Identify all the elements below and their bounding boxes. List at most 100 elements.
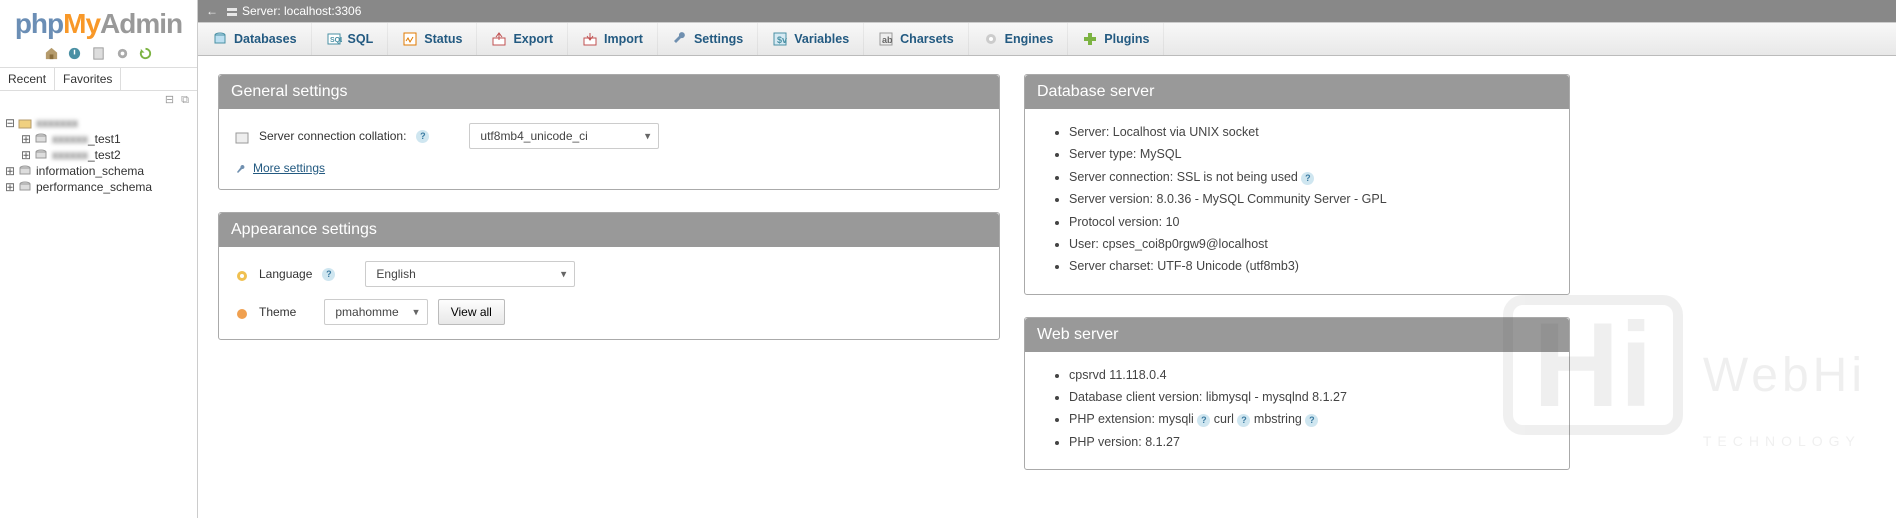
- expand-plus-icon[interactable]: ⊞: [20, 132, 32, 146]
- back-arrow-icon[interactable]: ←: [206, 4, 218, 18]
- row-theme: Theme pmahomme View all: [235, 299, 983, 325]
- help-icon[interactable]: ?: [1301, 172, 1314, 185]
- help-icon[interactable]: ?: [322, 268, 335, 281]
- gear-icon[interactable]: [114, 45, 130, 61]
- svg-text:ab: ab: [882, 35, 893, 45]
- list-item: Server charset: UTF-8 Unicode (utf8mb3): [1069, 257, 1553, 276]
- tree-db-0[interactable]: ⊞ xxxxxx_test1: [20, 131, 193, 147]
- panel-title: Database server: [1025, 75, 1569, 109]
- database-icon: [34, 132, 48, 146]
- list-item: Server: Localhost via UNIX socket: [1069, 123, 1553, 142]
- view-all-button[interactable]: View all: [438, 299, 505, 325]
- tree-db-label: performance_schema: [36, 180, 152, 194]
- list-item: Protocol version: 10: [1069, 213, 1553, 232]
- charsets-icon: ab: [878, 31, 894, 47]
- docs-icon[interactable]: [91, 45, 107, 61]
- home-icon[interactable]: [43, 45, 59, 61]
- database-icon: [18, 180, 32, 194]
- logout-icon[interactable]: [67, 45, 83, 61]
- collation-select[interactable]: utf8mb4_unicode_ci: [469, 123, 659, 149]
- expand-plus-icon[interactable]: ⊞: [4, 164, 16, 178]
- logo[interactable]: phpMyAdmin: [0, 0, 197, 42]
- help-icon[interactable]: ?: [1197, 414, 1210, 427]
- list-item: Server connection: SSL is not being used…: [1069, 168, 1553, 187]
- svg-text:$v: $v: [777, 35, 787, 45]
- menu-export[interactable]: Export: [477, 23, 568, 55]
- menu-databases[interactable]: Databases: [198, 23, 312, 55]
- row-language: Language ? English: [235, 261, 983, 287]
- expand-minus-icon[interactable]: ⊟: [4, 116, 16, 130]
- tree-root[interactable]: ⊟ xxxxxxx: [4, 115, 193, 131]
- menu-variables[interactable]: $vVariables: [758, 23, 864, 55]
- panel-title: General settings: [219, 75, 999, 109]
- plugins-icon: [1082, 31, 1098, 47]
- breadcrumb: ← Server: localhost:3306: [198, 0, 1896, 22]
- theme-select[interactable]: pmahomme: [324, 299, 427, 325]
- web-server-list: cpsrvd 11.118.0.4 Database client versio…: [1041, 366, 1553, 453]
- menu-charsets[interactable]: abCharsets: [864, 23, 969, 55]
- more-settings-link[interactable]: More settings: [235, 161, 325, 175]
- panel-web-server: Web server cpsrvd 11.118.0.4 Database cl…: [1024, 317, 1570, 471]
- theme-label: Theme: [259, 305, 296, 319]
- panel-general-settings: General settings Server connection colla…: [218, 74, 1000, 190]
- tree-root-label: xxxxxxx: [36, 116, 78, 130]
- tree-db-label: information_schema: [36, 164, 144, 178]
- expand-plus-icon[interactable]: ⊞: [20, 148, 32, 162]
- tab-favorites[interactable]: Favorites: [55, 68, 121, 90]
- svg-text:SQL: SQL: [330, 37, 342, 44]
- language-select[interactable]: English: [365, 261, 575, 287]
- status-icon: [402, 31, 418, 47]
- sidebar: phpMyAdmin Recent Favorites ⊟ ⧉ ⊟ xxxxxx…: [0, 0, 198, 518]
- language-icon: [235, 267, 249, 281]
- language-label: Language: [259, 267, 312, 281]
- menu-plugins[interactable]: Plugins: [1068, 23, 1164, 55]
- db-tree: ⊟ xxxxxxx ⊞ xxxxxx_test1 ⊞ xxxxxx_test2 …: [0, 109, 197, 201]
- collation-icon: [235, 129, 249, 143]
- menu-settings[interactable]: Settings: [658, 23, 758, 55]
- list-item: Server version: 8.0.36 - MySQL Community…: [1069, 190, 1553, 209]
- help-icon[interactable]: ?: [1305, 414, 1318, 427]
- breadcrumb-server[interactable]: Server: localhost:3306: [242, 4, 361, 18]
- export-icon: [491, 31, 507, 47]
- tab-recent[interactable]: Recent: [0, 68, 55, 90]
- collation-label: Server connection collation:: [259, 129, 406, 143]
- tree-collapse-actions: ⊟ ⧉: [0, 91, 197, 109]
- engines-icon: [983, 31, 999, 47]
- logo-php: php: [15, 8, 63, 39]
- wrench-icon: [672, 31, 688, 47]
- tree-db-3[interactable]: ⊞ performance_schema: [4, 179, 193, 195]
- sql-icon: SQL: [326, 31, 342, 47]
- tree-db-2[interactable]: ⊞ information_schema: [4, 163, 193, 179]
- unlink-icon[interactable]: ⧉: [181, 94, 189, 106]
- help-icon[interactable]: ?: [1237, 414, 1250, 427]
- logo-admin: Admin: [100, 8, 182, 39]
- col-right: Database server Server: Localhost via UN…: [1024, 74, 1570, 492]
- list-item: PHP version: 8.1.27: [1069, 433, 1553, 452]
- database-icon: [18, 164, 32, 178]
- tree-db-1[interactable]: ⊞ xxxxxx_test2: [20, 147, 193, 163]
- sidebar-tabs: Recent Favorites: [0, 67, 197, 91]
- panel-title: Web server: [1025, 318, 1569, 352]
- expand-plus-icon[interactable]: ⊞: [4, 180, 16, 194]
- menu-sql[interactable]: SQLSQL: [312, 23, 389, 55]
- menu-status[interactable]: Status: [388, 23, 477, 55]
- variables-icon: $v: [772, 31, 788, 47]
- list-item: Server type: MySQL: [1069, 145, 1553, 164]
- col-left: General settings Server connection colla…: [218, 74, 1000, 492]
- theme-icon: [235, 305, 249, 319]
- logo-my: My: [63, 8, 100, 39]
- import-icon: [582, 31, 598, 47]
- list-item: PHP extension: mysqli ? curl ? mbstring …: [1069, 410, 1553, 429]
- list-item: cpsrvd 11.118.0.4: [1069, 366, 1553, 385]
- help-icon[interactable]: ?: [416, 130, 429, 143]
- list-item: Database client version: libmysql - mysq…: [1069, 388, 1553, 407]
- panel-title: Appearance settings: [219, 213, 999, 247]
- collapse-all-icon[interactable]: ⊟: [165, 94, 174, 106]
- panel-appearance-settings: Appearance settings Language ? English T…: [218, 212, 1000, 340]
- refresh-icon[interactable]: [138, 45, 154, 61]
- list-item: User: cpses_coi8p0rgw9@localhost: [1069, 235, 1553, 254]
- menu-engines[interactable]: Engines: [969, 23, 1069, 55]
- menu-import[interactable]: Import: [568, 23, 658, 55]
- database-server-list: Server: Localhost via UNIX socket Server…: [1041, 123, 1553, 277]
- topmenu: Databases SQLSQL Status Export Import Se…: [198, 22, 1896, 56]
